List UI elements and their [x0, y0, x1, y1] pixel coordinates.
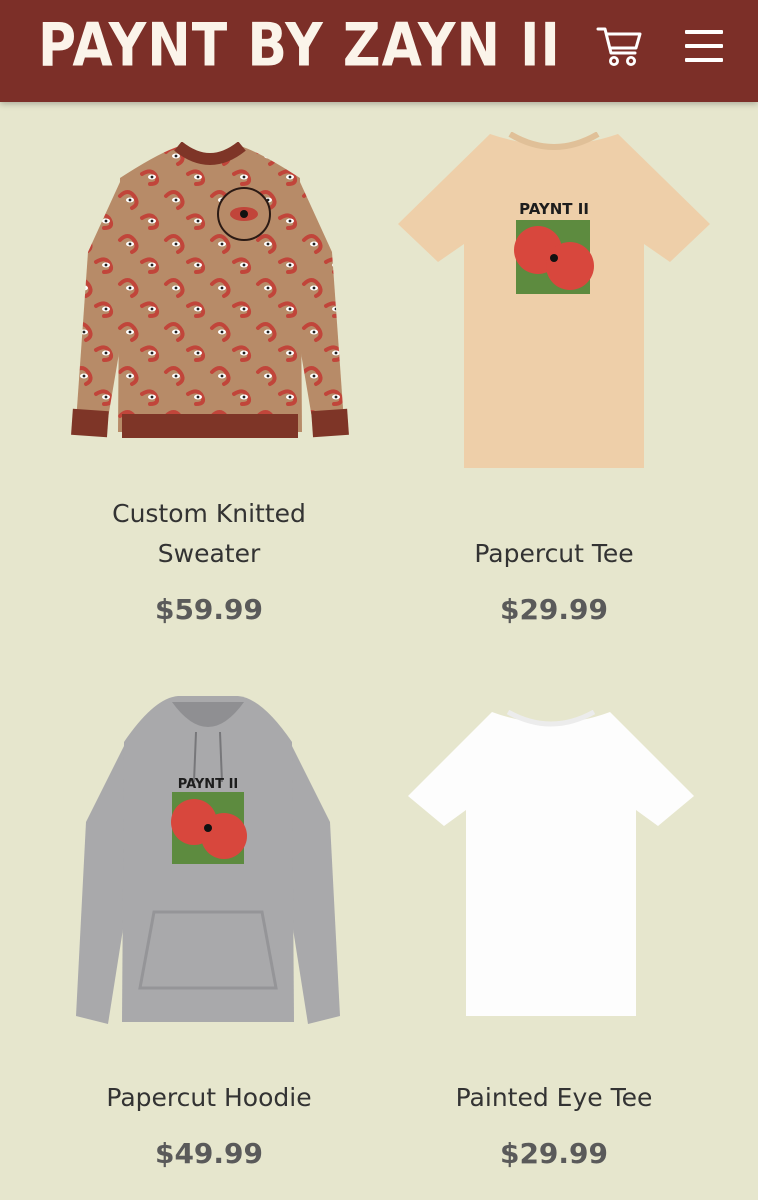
product-image-papercut-hoodie[interactable]: PAYNT II: [72, 692, 344, 1032]
print-label: PAYNT II: [178, 777, 239, 792]
product-image-sweater[interactable]: [70, 142, 350, 442]
product-card[interactable]: PAYNT II Papercut Tee $29.99: [368, 102, 740, 662]
menu-button[interactable]: [682, 28, 726, 64]
hamburger-menu-icon-bar: [685, 44, 723, 48]
product-card[interactable]: Custom Knitted Sweater $59.99: [20, 102, 398, 662]
site-header: Paynt by Zayn II: [0, 0, 758, 102]
product-name[interactable]: Papercut Tee: [368, 534, 740, 574]
product-image-papercut-tee[interactable]: PAYNT II: [398, 132, 710, 472]
product-card[interactable]: PAYNT II Papercut Hoodie $49.99: [20, 684, 398, 1184]
shopping-cart-icon: [596, 27, 642, 67]
product-name-line[interactable]: Sweater: [20, 534, 398, 574]
cart-button[interactable]: [596, 24, 644, 68]
product-price: $49.99: [154, 1137, 264, 1170]
product-price: $59.99: [154, 593, 264, 626]
product-name-line[interactable]: Custom Knitted: [20, 494, 398, 534]
brand-logo[interactable]: Paynt by Zayn II: [38, 5, 560, 88]
product-image-painted-eye-tee[interactable]: [408, 710, 694, 1020]
product-price: $29.99: [499, 1137, 609, 1170]
product-name[interactable]: Painted Eye Tee: [368, 1078, 740, 1118]
product-name[interactable]: Custom Knitted Sweater: [20, 494, 398, 574]
print-label: PAYNT II: [519, 200, 589, 218]
product-price: $29.99: [499, 593, 609, 626]
product-card[interactable]: Painted Eye Tee $29.99: [368, 684, 740, 1184]
product-name[interactable]: Papercut Hoodie: [20, 1078, 398, 1118]
hamburger-menu-icon: [685, 30, 723, 34]
hamburger-menu-icon-bar: [685, 58, 723, 62]
